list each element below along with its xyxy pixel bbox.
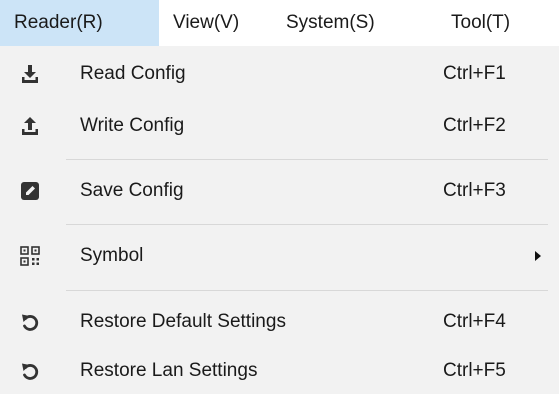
- menu-item-shortcut: Ctrl+F3: [443, 180, 506, 201]
- menu-item-write-config[interactable]: Write Config Ctrl+F2: [0, 103, 559, 149]
- menu-item-save-config[interactable]: Save Config Ctrl+F3: [0, 168, 559, 214]
- upload-icon: [22, 117, 38, 135]
- menu-separator: [66, 224, 548, 225]
- menu-item-label: Restore Default Settings: [80, 311, 286, 332]
- menu-bar: Reader(R) View(V) System(S) Tool(T): [0, 0, 559, 46]
- menu-separator: [66, 290, 548, 291]
- menu-item-shortcut: Ctrl+F1: [443, 63, 506, 84]
- undo-icon: [22, 314, 39, 331]
- edit-icon: [21, 182, 39, 200]
- menu-item-restore-default-settings[interactable]: Restore Default Settings Ctrl+F4: [0, 299, 559, 345]
- menu-separator: [66, 159, 548, 160]
- menu-view[interactable]: View(V): [159, 0, 274, 46]
- menu-item-shortcut: Ctrl+F5: [443, 360, 506, 381]
- submenu-arrow-icon: [535, 251, 541, 261]
- menu-item-shortcut: Ctrl+F4: [443, 311, 506, 332]
- menu-item-symbol[interactable]: Symbol: [0, 233, 559, 279]
- menu-item-read-config[interactable]: Read Config Ctrl+F1: [0, 51, 559, 97]
- undo-icon: [22, 363, 39, 380]
- menu-reader[interactable]: Reader(R): [0, 0, 159, 46]
- menu-system[interactable]: System(S): [274, 0, 428, 46]
- menu-item-label: Symbol: [80, 245, 144, 266]
- reader-dropdown-menu: Read Config Ctrl+F1 Write Config Ctrl+F2…: [0, 46, 559, 394]
- menu-item-label: Restore Lan Settings: [80, 360, 258, 381]
- menu-tool[interactable]: Tool(T): [428, 0, 559, 46]
- qr-code-icon: [20, 246, 40, 266]
- menu-item-label: Save Config: [80, 180, 184, 201]
- menu-item-label: Read Config: [80, 63, 186, 84]
- download-icon: [22, 65, 38, 83]
- menu-item-shortcut: Ctrl+F2: [443, 115, 506, 136]
- menu-item-restore-lan-settings[interactable]: Restore Lan Settings Ctrl+F5: [0, 348, 559, 394]
- menu-item-label: Write Config: [80, 115, 185, 136]
